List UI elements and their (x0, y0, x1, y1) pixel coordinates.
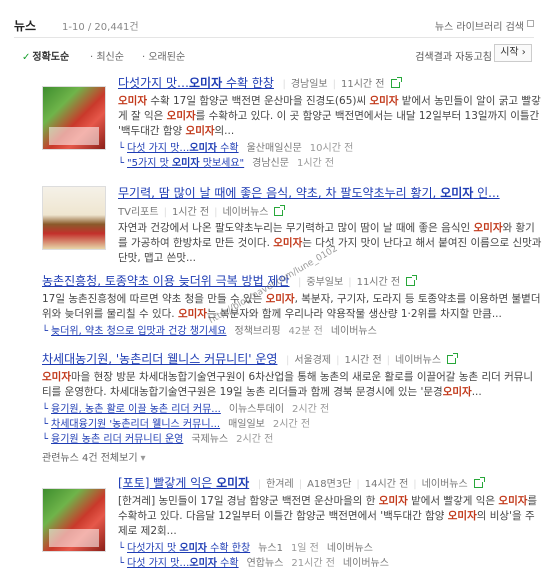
sub-news-title[interactable]: 다섯 가지 맛…오미자 수확 (127, 143, 239, 154)
sub-news-item: └ 융기원, 농촌 활로 이끌 농촌 리더 커뮤... 이뉴스투데이 2시간 전 (42, 404, 330, 415)
sub-news-item: └ 융기원 농촌 리더 커뮤니티 운영 국제뉴스 2시간 전 (42, 434, 274, 445)
bullet-icon: └ (42, 326, 49, 337)
news-title[interactable]: 농촌진흥청, 토종약초 이용 늦더위 극복 방법 제안 (42, 274, 290, 288)
check-icon: ✓ (22, 52, 31, 63)
sub-news-title[interactable]: 다섯가지 맛 오미자 수확 한창 (127, 543, 250, 554)
chevron-down-icon: ▾ (140, 453, 146, 464)
share-icon[interactable] (447, 353, 459, 364)
share-icon[interactable] (473, 477, 485, 488)
news-source: 서울경제 (294, 355, 332, 366)
news-desc: 오미자마을 현장 방문 차세대농합기술연구원이 6차산업을 통해 농촌의 새로운… (42, 371, 534, 398)
sub-news-title[interactable]: 다섯 가지 맛…오미자 수확 (127, 558, 239, 569)
news-library-link[interactable]: 뉴스 라이브러리 검색 (435, 18, 524, 33)
bullet-icon: └ (118, 143, 125, 154)
news-header: 뉴스 1-10 / 20,441건 뉴스 라이브러리 검색 (14, 14, 534, 38)
news-thumbnail[interactable] (42, 186, 106, 250)
external-link-icon (527, 20, 534, 27)
news-source: TV리포트 (118, 207, 159, 218)
news-time: 11시간 전 (341, 79, 385, 90)
sub-news-item: └ 늦더위, 약초 청으로 입맛과 건강 챙기세요 정책브리핑 42분 전 네이버뉴스 (42, 326, 377, 337)
news-time: 1시간 전 (344, 355, 382, 366)
bullet-icon: └ (42, 404, 49, 415)
news-title[interactable]: 다섯가지 맛…오미자 수확 한창 (118, 76, 274, 90)
sort-latest[interactable]: · 최신순 (90, 48, 124, 63)
share-icon[interactable] (390, 77, 402, 88)
sub-news-title[interactable]: 융기원 농촌 리더 커뮤니티 운영 (51, 434, 183, 445)
news-time: 1시간 전 (171, 207, 210, 218)
bullet-icon: └ (118, 558, 125, 569)
auto-refresh-label: 검색결과 자동고침 (415, 52, 492, 63)
bullet-icon: └ (42, 419, 49, 430)
share-icon[interactable] (274, 205, 286, 216)
news-source: 한겨레 (266, 479, 294, 490)
print-page: A18면3단 (307, 479, 352, 490)
news-desc: [한겨레] 농민들이 17일 경남 함양군 백전면 운산마을의 한 오미자 밭에… (118, 495, 538, 537)
sub-news-item: └ 다섯 가지 맛…오미자 수확 울산매일신문 10시간 전 (118, 143, 354, 154)
bullet-icon: └ (118, 543, 125, 554)
naver-news-link[interactable]: 네이버뉴스 (422, 479, 468, 490)
start-button[interactable]: 시작 › (494, 44, 532, 62)
sub-news-item: └ "5가지 맛 오미자 맛보세요" 경남신문 1시간 전 (118, 158, 335, 169)
news-desc: 17일 농촌진흥청에 따르면 약초 청을 만들 수 있는 오미자, 복분자, 구… (42, 293, 541, 320)
sub-news-item: └ 다섯가지 맛 오미자 수확 한창 뉴스1 1일 전 네이버뉴스 (118, 543, 373, 554)
sort-oldest[interactable]: · 오래된순 (142, 48, 185, 63)
share-icon[interactable] (406, 275, 418, 286)
related-news-link[interactable]: 관련뉴스 4건 전체보기 ▾ (42, 449, 542, 464)
sub-news-title[interactable]: 융기원, 농촌 활로 이끌 농촌 리더 커뮤... (51, 404, 221, 415)
news-time: 14시간 전 (364, 479, 409, 490)
sub-news-title[interactable]: 늦더위, 약초 청으로 입맛과 건강 챙기세요 (51, 326, 226, 337)
section-title: 뉴스 (14, 19, 37, 33)
sub-news-item: └ 다섯 가지 맛…오미자 수확 연합뉴스 21시간 전 네이버뉴스 (118, 558, 389, 569)
sub-news-title[interactable]: "5가지 맛 오미자 맛보세요" (127, 158, 244, 169)
sort-accuracy[interactable]: ✓ 정확도순 (22, 48, 69, 63)
news-thumbnail[interactable] (42, 86, 106, 150)
news-source: 중부일보 (306, 277, 344, 288)
sub-news-item: └ 차세대융기원 '농촌리더 웰니스 커뮤니... 매일일보 2시간 전 (42, 419, 311, 430)
result-count: 1-10 / 20,441건 (62, 22, 139, 33)
news-title[interactable]: 차세대농기원, '농촌리더 웰니스 커뮤니티' 운영 (42, 352, 277, 366)
sort-bar: ✓ 정확도순 · 최신순 · 오래된순 검색결과 자동고침 시작 › (14, 44, 534, 64)
news-thumbnail[interactable] (42, 488, 106, 552)
news-source: 경남일보 (290, 79, 328, 90)
bullet-icon: └ (42, 434, 49, 445)
news-title[interactable]: 무기력, 땀 많이 날 때에 좋은 음식, 약초, 차 팔도약초누리 황기, 오… (118, 186, 500, 200)
sub-news-title[interactable]: 차세대융기원 '농촌리더 웰니스 커뮤니... (51, 419, 220, 430)
naver-news-link[interactable]: 네이버뉴스 (395, 355, 441, 366)
bullet-icon: └ (118, 158, 125, 169)
news-desc: 오미자 수확 17일 함양군 백전면 운산마을 진경도(65)씨 오미자 밭에서… (118, 95, 541, 137)
news-desc: 자연과 건강에서 나온 팔도약초누리는 무기력하고 많이 땀이 날 때에 좋은 … (118, 222, 542, 264)
naver-news-link[interactable]: 네이버뉴스 (222, 207, 268, 218)
news-time: 11시간 전 (356, 277, 401, 288)
news-title[interactable]: [포토] 빨갛게 익은 오미자 (118, 476, 249, 490)
